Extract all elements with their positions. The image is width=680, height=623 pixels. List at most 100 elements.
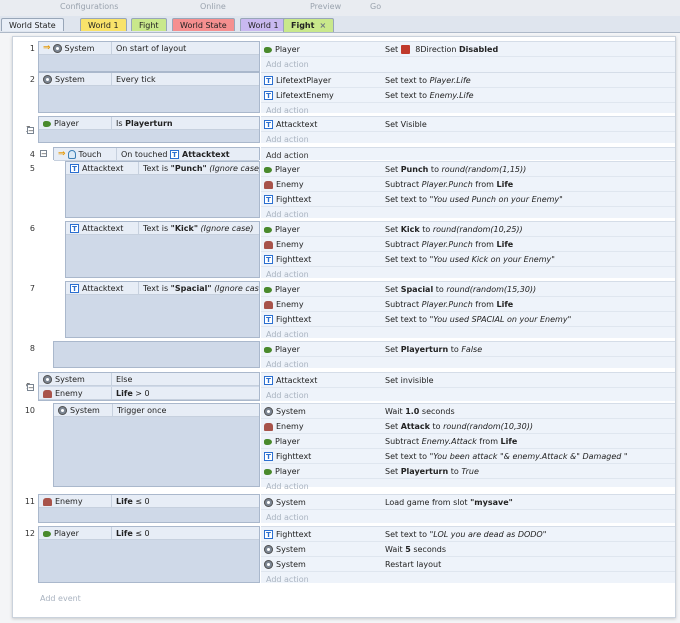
condition-block[interactable]: Player Is Playerturn xyxy=(38,116,260,143)
action[interactable]: System Wait 5 seconds xyxy=(261,542,675,557)
add-event-link[interactable]: Add event xyxy=(40,594,81,603)
condition-block[interactable]: System Else Enemy Life > 0 xyxy=(38,372,260,401)
condition[interactable]: Enemy Life > 0 xyxy=(39,387,259,400)
event-sheet[interactable]: Add event 1 ⇒ System On start of layout Play… xyxy=(12,36,676,618)
condition[interactable]: ⇒ Touch On touched T Attacktext xyxy=(54,148,259,161)
action[interactable]: Enemy Subtract Player.Punch from Life xyxy=(261,297,675,312)
event-row-9[interactable]: 9−SystemElseEnemyLife > 0TAttacktextSet … xyxy=(13,372,675,401)
action[interactable]: System Load game from slot "mysave" xyxy=(261,495,675,510)
condition-block[interactable]: T Attacktext Text is "Kick" (Ignore case) xyxy=(65,221,260,278)
event-row-2[interactable]: 2 System Every tick T LifetextPlayer Set text… xyxy=(13,72,675,115)
condition-block[interactable]: Player Life ≤ 0 xyxy=(38,526,260,583)
action[interactable]: Player Set 8Direction Disabled xyxy=(261,42,675,57)
event-row-12[interactable]: 12 Player Life ≤ 0 T Fighttext Set text to "L… xyxy=(13,526,675,584)
condition-block[interactable]: System Trigger once xyxy=(53,403,260,487)
collapse-toggle[interactable]: − xyxy=(27,383,34,391)
condition-block[interactable] xyxy=(53,341,260,368)
condition-block[interactable]: Enemy Life ≤ 0 xyxy=(38,494,260,523)
event-row-8[interactable]: 8 Player Set Playerturn to False Add action xyxy=(13,341,675,369)
action[interactable]: Player Set Punch to round(random(1,15)) xyxy=(261,162,675,177)
condition[interactable]: System Trigger once xyxy=(54,404,259,417)
action[interactable]: Player Subtract Enemy.Attack from Life xyxy=(261,434,675,449)
tab-world-1-1[interactable]: World 1 xyxy=(80,18,127,31)
action[interactable]: Player Set Playerturn to False xyxy=(261,342,675,357)
action[interactable]: T Attacktext Set Visible xyxy=(261,117,675,132)
action[interactable]: T LifetextEnemy Set text to Enemy.Life xyxy=(261,88,675,103)
condition[interactable]: T Attacktext Text is "Spacial" (Ignore cas… xyxy=(66,282,259,295)
condition-block[interactable]: T Attacktext Text is "Spacial" (Ignore cas… xyxy=(65,281,260,338)
add-action-link[interactable]: Add action xyxy=(261,327,675,342)
action-block[interactable]: System Load game from slot "mysave" Add ac… xyxy=(261,494,675,523)
action-block[interactable]: T Attacktext Set invisible Add action xyxy=(261,372,675,401)
condition[interactable]: T Attacktext Text is "Kick" (Ignore case) xyxy=(66,222,259,235)
action[interactable]: T Fighttext Set text to "You been attack "… xyxy=(261,449,675,464)
action[interactable]: Player Set Kick to round(random(10,25)) xyxy=(261,222,675,237)
action[interactable]: Player Set Playerturn to True xyxy=(261,464,675,479)
action[interactable]: Player Set Spacial to round(random(15,30)… xyxy=(261,282,675,297)
tab-world-state-3[interactable]: World State xyxy=(172,18,235,31)
condition[interactable]: T Attacktext Text is "Punch" (Ignore case) xyxy=(66,162,259,175)
action[interactable]: System Restart layout xyxy=(261,557,675,572)
collapse-toggle[interactable]: − xyxy=(40,150,47,158)
event-row-4[interactable]: 4− ⇒ Touch On touched T Attacktext Add action xyxy=(13,147,675,161)
tab-fight-2[interactable]: Fight xyxy=(131,18,167,31)
action-block[interactable]: Player Set Punch to round(random(1,15)) En… xyxy=(261,161,675,219)
action[interactable]: T Fighttext Set text to "You used Kick on … xyxy=(261,252,675,267)
condition-block[interactable]: ⇒ Touch On touched T Attacktext xyxy=(53,147,260,161)
add-action-link[interactable]: Add action xyxy=(261,267,675,282)
action-block[interactable]: Player Set Playerturn to False Add action xyxy=(261,341,675,369)
add-action-link[interactable]: Add action xyxy=(261,357,675,372)
menu-item-online[interactable]: Online xyxy=(200,2,226,11)
collapse-toggle[interactable]: − xyxy=(27,126,34,134)
action-text: Set text to "You used SPACIAL on your En… xyxy=(385,315,572,324)
action[interactable]: Enemy Subtract Player.Punch from Life xyxy=(261,177,675,192)
add-action-link[interactable]: Add action xyxy=(261,207,675,222)
condition-block[interactable]: System Every tick xyxy=(38,72,260,113)
action[interactable]: T Fighttext Set text to "You used SPACIAL … xyxy=(261,312,675,327)
condition[interactable]: Enemy Life ≤ 0 xyxy=(39,495,259,508)
action-block[interactable]: System Wait 1.0 seconds Enemy Set Attack to… xyxy=(261,403,675,491)
add-action-link[interactable]: Add action xyxy=(261,479,675,494)
add-action-link[interactable]: Add action xyxy=(261,388,675,403)
event-row-5[interactable]: 5 T Attacktext Text is "Punch" (Ignore case… xyxy=(13,161,675,219)
action[interactable]: T Fighttext Set text to "LOL you are dead … xyxy=(261,527,675,542)
event-row-11[interactable]: 11 Enemy Life ≤ 0 System Load game from slot… xyxy=(13,494,675,523)
tab-fight-5[interactable]: Fight × xyxy=(283,18,335,32)
action-block[interactable]: T Attacktext Set Visible Add action xyxy=(261,116,675,144)
tab-world-1-4[interactable]: World 1 xyxy=(240,18,287,31)
event-row-10[interactable]: 10 System Trigger once System Wait 1.0 secon… xyxy=(13,403,675,491)
event-row-6[interactable]: 6 T Attacktext Text is "Kick" (Ignore case)… xyxy=(13,221,675,279)
action[interactable]: T Fighttext Set text to "You used Punch on… xyxy=(261,192,675,207)
action-block[interactable]: Add action xyxy=(261,147,675,160)
action-block[interactable]: Player Set 8Direction Disabled Add action xyxy=(261,41,675,72)
add-action-link[interactable]: Add action xyxy=(261,57,675,72)
add-action-link[interactable]: Add action xyxy=(261,510,675,525)
action-block[interactable]: Player Set Spacial to round(random(15,30)… xyxy=(261,281,675,339)
add-action-link[interactable]: Add action xyxy=(261,572,675,587)
action-block[interactable]: T LifetextPlayer Set text to Player.Life T L… xyxy=(261,72,675,115)
action[interactable]: T Attacktext Set invisible xyxy=(261,373,675,388)
action[interactable]: System Wait 1.0 seconds xyxy=(261,404,675,419)
action-block[interactable]: T Fighttext Set text to "LOL you are dead … xyxy=(261,526,675,584)
add-action-link[interactable]: Add action xyxy=(261,132,675,147)
condition[interactable]: Player Is Playerturn xyxy=(39,117,259,130)
event-row-1[interactable]: 1 ⇒ System On start of layout Player Set 8Dir… xyxy=(13,41,675,72)
condition[interactable]: System Else xyxy=(39,373,259,386)
condition-block[interactable]: T Attacktext Text is "Punch" (Ignore case) xyxy=(65,161,260,218)
action-block[interactable]: Player Set Kick to round(random(10,25)) En… xyxy=(261,221,675,279)
condition[interactable]: ⇒ System On start of layout xyxy=(39,42,259,55)
action-object: Enemy xyxy=(264,237,304,252)
event-row-3[interactable]: 3−PlayerIs PlayerturnTAttacktextSet Visi… xyxy=(13,116,675,144)
menu-item-go[interactable]: Go xyxy=(370,2,381,11)
condition[interactable]: Player Life ≤ 0 xyxy=(39,527,259,540)
event-row-7[interactable]: 7 T Attacktext Text is "Spacial" (Ignore ca… xyxy=(13,281,675,339)
action[interactable]: Enemy Set Attack to round(random(10,30)) xyxy=(261,419,675,434)
action[interactable]: T LifetextPlayer Set text to Player.Life xyxy=(261,73,675,88)
close-icon[interactable]: × xyxy=(319,21,326,30)
menu-item-preview[interactable]: Preview xyxy=(310,2,341,11)
tab-world-state-0[interactable]: World State xyxy=(1,18,64,31)
condition[interactable]: System Every tick xyxy=(39,73,259,86)
condition-block[interactable]: ⇒ System On start of layout xyxy=(38,41,260,72)
menu-item-configurations[interactable]: Configurations xyxy=(60,2,118,11)
action[interactable]: Enemy Subtract Player.Punch from Life xyxy=(261,237,675,252)
